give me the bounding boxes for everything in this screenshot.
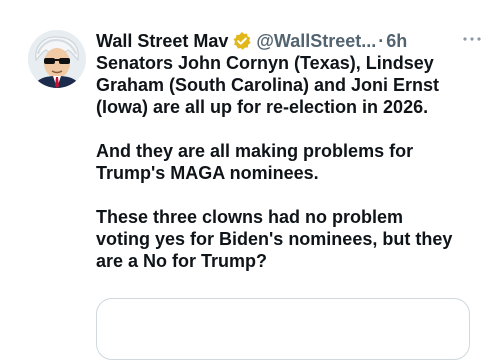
tweet-header: Wall Street Mav @WallStreet... · 6h <box>96 28 482 54</box>
tweet-paragraph: These three clowns had no problem voting… <box>96 207 453 271</box>
quoted-tweet-card[interactable] <box>96 298 470 360</box>
separator-dot: · <box>378 31 385 51</box>
more-dots-icon[interactable] <box>462 28 482 50</box>
tweet-text: Senators John Cornyn (Texas), Lindsey Gr… <box>96 52 486 294</box>
tweet[interactable]: Wall Street Mav @WallStreet... · 6h Sena… <box>0 0 500 360</box>
tweet-paragraph: And they are all making problems for Tru… <box>96 141 414 183</box>
avatar-image <box>28 30 86 88</box>
tweet-paragraph: Senators John Cornyn (Texas), Lindsey Gr… <box>96 53 440 117</box>
verified-badge-icon <box>232 31 252 51</box>
timestamp[interactable]: 6h <box>386 30 407 52</box>
display-name[interactable]: Wall Street Mav <box>96 30 228 52</box>
handle[interactable]: @WallStreet... <box>256 30 376 52</box>
avatar[interactable] <box>28 30 86 88</box>
